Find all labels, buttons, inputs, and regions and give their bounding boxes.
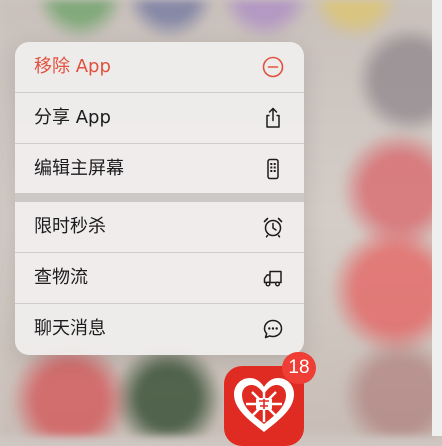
app-context-menu: 移除 App 分享 App 编辑主屏幕 限时秒杀 查物流 聊天消息 <box>15 42 304 355</box>
phone-edit-icon <box>267 158 279 180</box>
flash-sale-menu-item[interactable]: 限时秒杀 <box>15 202 304 252</box>
chat-messages-label: 聊天消息 <box>34 318 106 339</box>
check-logistics-menu-item[interactable]: 查物流 <box>15 253 304 303</box>
chat-messages-menu-item[interactable]: 聊天消息 <box>15 304 304 354</box>
flash-sale-label: 限时秒杀 <box>34 216 106 237</box>
share-icon <box>266 107 280 128</box>
share-app-label: 分享 App <box>34 107 111 128</box>
notification-badge: 18 <box>282 352 316 384</box>
chat-bubble-icon <box>263 319 283 339</box>
minus-circle-icon <box>262 56 284 78</box>
share-app-menu-item[interactable]: 分享 App <box>15 93 304 143</box>
check-logistics-label: 查物流 <box>34 267 88 288</box>
edit-home-screen-menu-item[interactable]: 编辑主屏幕 <box>15 144 304 194</box>
menu-group-separator <box>15 193 304 202</box>
remove-app-label: 移除 App <box>34 56 111 77</box>
edit-home-screen-label: 编辑主屏幕 <box>34 158 124 179</box>
screen-edge <box>432 0 442 436</box>
remove-app-menu-item[interactable]: 移除 App <box>15 42 304 92</box>
alarm-clock-icon <box>263 217 283 238</box>
delivery-truck-icon <box>263 270 282 287</box>
